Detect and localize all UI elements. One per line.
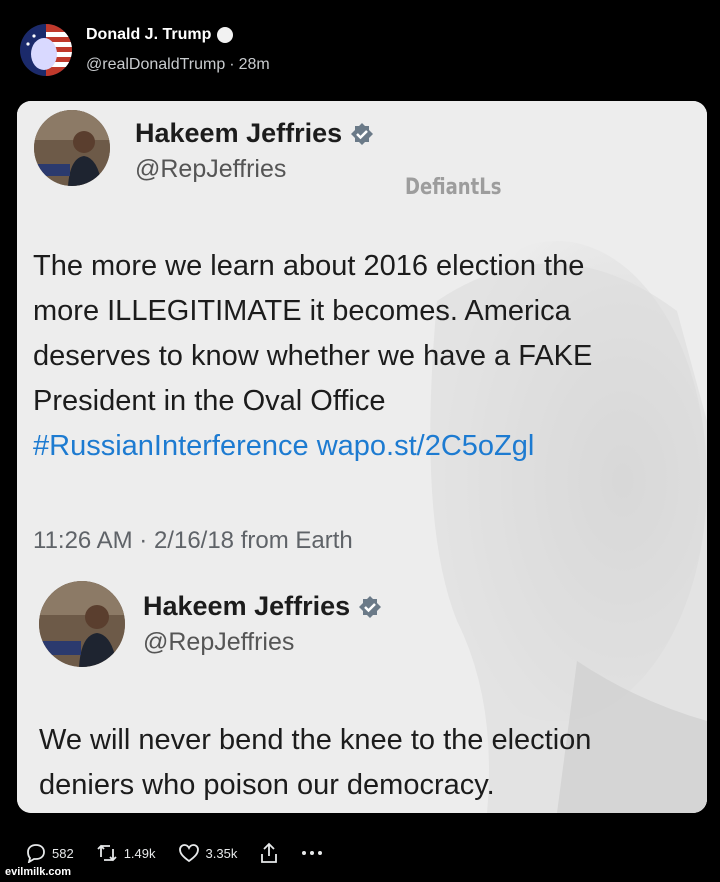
quoted-author-name-row-2: Hakeem Jeffries xyxy=(143,591,382,622)
like-icon xyxy=(178,844,199,863)
tweet-line: deniers who poison our democracy. xyxy=(39,769,495,801)
more-icon xyxy=(302,851,323,855)
verified-badge-icon xyxy=(359,595,382,618)
quoted-author-avatar xyxy=(34,110,110,186)
repost-count: 1.49k xyxy=(123,845,156,861)
share-button[interactable] xyxy=(259,842,279,864)
site-credit: evilmilk.com xyxy=(5,866,72,878)
more-button[interactable] xyxy=(301,849,323,857)
share-icon xyxy=(261,842,278,863)
quoted-author-name: Hakeem Jeffries xyxy=(135,118,343,148)
author-handle-row: @realDonaldTrump · 28m xyxy=(86,56,274,74)
quoted-author-name-2: Hakeem Jeffries xyxy=(143,591,351,621)
action-bar: 582 1.49k 3.35k xyxy=(26,838,345,868)
hashtag-link: #RussianInterference xyxy=(33,430,309,462)
embedded-screenshot-card[interactable]: Hakeem Jeffries @RepJeffries DefiantLs T… xyxy=(17,101,707,813)
reply-count: 582 xyxy=(52,845,74,861)
post-header: Donald J. Trump @realDonaldTrump · 28m xyxy=(0,0,720,92)
quoted-author-handle: @RepJeffries xyxy=(135,155,287,183)
url-link: wapo.st/2C5oZgl xyxy=(316,430,535,462)
post-time[interactable]: 28m xyxy=(239,56,270,73)
like-count: 3.35k xyxy=(205,845,238,861)
verified-badge-icon xyxy=(217,27,234,43)
reply-icon xyxy=(27,844,45,863)
quoted-author-name-row: Hakeem Jeffries xyxy=(135,118,374,149)
author-avatar[interactable] xyxy=(20,24,72,76)
like-button[interactable]: 3.35k xyxy=(178,843,238,863)
tweet-line: more ILLEGITIMATE it becomes. America xyxy=(33,295,571,327)
separator: · xyxy=(229,56,235,73)
tweet-line: We will never bend the knee to the elect… xyxy=(39,724,592,756)
quoted-author-handle-2: @RepJeffries xyxy=(143,628,295,656)
tweet-line: deserves to know whether we have a FAKE xyxy=(33,340,593,372)
author-name-row[interactable]: Donald J. Trump xyxy=(86,26,234,44)
quoted-tweet-timestamp: 11:26 AM · 2/16/18 from Earth xyxy=(33,527,353,554)
verified-badge-icon xyxy=(351,122,374,145)
tweet-line: The more we learn about 2016 election th… xyxy=(33,250,585,282)
repost-button[interactable]: 1.49k xyxy=(96,843,156,863)
reply-button[interactable]: 582 xyxy=(26,843,74,863)
tweet-line: President in the Oval Office xyxy=(33,385,386,417)
watermark: DefiantLs xyxy=(405,175,502,200)
quoted-tweet-text: The more we learn about 2016 election th… xyxy=(33,244,693,469)
quoted-author-avatar-2 xyxy=(39,581,125,667)
author-handle[interactable]: @realDonaldTrump xyxy=(86,56,225,73)
quoted-tweet-text-2: We will never bend the knee to the elect… xyxy=(39,718,699,808)
author-name[interactable]: Donald J. Trump xyxy=(86,26,211,44)
repost-icon xyxy=(97,844,117,862)
